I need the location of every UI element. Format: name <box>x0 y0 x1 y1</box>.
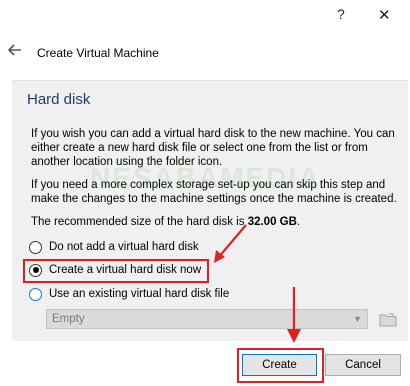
option-existing-disk[interactable]: Use an existing virtual hard disk file <box>29 286 229 302</box>
folder-icon[interactable] <box>379 311 397 327</box>
annotation-arrow-create <box>287 287 301 343</box>
intro-paragraph: If you wish you can add a virtual hard d… <box>31 128 395 168</box>
disk-file-select-value: Empty <box>52 313 85 325</box>
highlight-box-option <box>23 259 209 283</box>
radio-existing-disk[interactable] <box>29 287 42 301</box>
radio-no-disk[interactable] <box>29 240 42 254</box>
section-title: Hard disk <box>27 91 91 108</box>
create-button[interactable]: Create <box>242 354 317 376</box>
option-no-disk-label: Do not add a virtual hard disk <box>49 241 199 253</box>
chevron-down-icon: ▼ <box>353 314 362 324</box>
option-no-disk[interactable]: Do not add a virtual hard disk <box>29 239 199 255</box>
back-arrow-icon[interactable] <box>8 44 22 56</box>
close-button[interactable]: ✕ <box>378 6 391 24</box>
cancel-button[interactable]: Cancel <box>325 354 401 376</box>
storage-paragraph: If you need a more complex storage set-u… <box>31 179 397 205</box>
annotation-arrow-option <box>214 224 247 263</box>
dialog-title: Create Virtual Machine <box>37 46 159 60</box>
help-button[interactable]: ? <box>337 6 345 22</box>
disk-file-select[interactable]: Empty ▼ <box>46 309 368 329</box>
recommended-size-value: 32.00 GB <box>247 216 297 228</box>
recommended-size-suffix: . <box>296 216 301 228</box>
option-existing-disk-label: Use an existing virtual hard disk file <box>49 288 230 300</box>
